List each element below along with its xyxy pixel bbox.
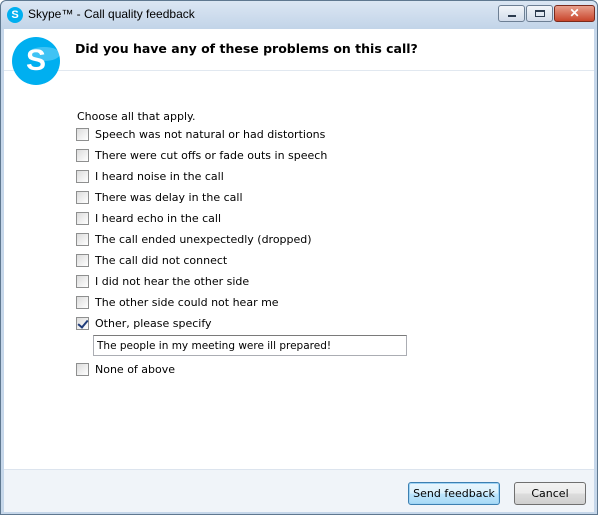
option-row[interactable]: The other side could not hear me (76, 294, 279, 310)
option-label[interactable]: I did not hear the other side (95, 275, 249, 288)
dialog-header: S Did you have any of these problems on … (4, 29, 594, 85)
option-row[interactable]: Other, please specify (76, 315, 212, 331)
checkbox[interactable] (76, 253, 89, 267)
checkbox[interactable] (76, 148, 89, 162)
dialog-footer (4, 469, 594, 512)
close-icon: ✕ (569, 6, 580, 20)
option-row[interactable]: I heard echo in the call (76, 210, 221, 226)
option-label[interactable]: There were cut offs or fade outs in spee… (95, 149, 327, 162)
option-row[interactable]: None of above (76, 361, 175, 377)
option-row[interactable]: The call ended unexpectedly (dropped) (76, 231, 312, 247)
page-title: Did you have any of these problems on th… (75, 41, 418, 56)
window-title: Skype™ - Call quality feedback (28, 7, 195, 21)
send-feedback-button[interactable]: Send feedback (408, 482, 500, 505)
minimize-button[interactable] (498, 5, 525, 22)
minimize-icon (508, 15, 516, 17)
option-label[interactable]: The call did not connect (95, 254, 227, 267)
checkbox[interactable] (76, 211, 89, 225)
option-row[interactable]: The call did not connect (76, 252, 227, 268)
option-label[interactable]: Other, please specify (95, 317, 212, 330)
maximize-icon (535, 10, 545, 17)
option-label[interactable]: I heard noise in the call (95, 170, 224, 183)
option-row[interactable]: There was delay in the call (76, 189, 243, 205)
option-row[interactable]: Speech was not natural or had distortion… (76, 126, 325, 142)
maximize-button[interactable] (526, 5, 553, 22)
dialog-window: S Skype™ - Call quality feedback ✕ S Did… (0, 0, 598, 515)
option-label[interactable]: Speech was not natural or had distortion… (95, 128, 325, 141)
instruction-text: Choose all that apply. (77, 110, 196, 123)
cancel-button[interactable]: Cancel (514, 482, 586, 505)
option-row[interactable]: There were cut offs or fade outs in spee… (76, 147, 327, 163)
option-label[interactable]: There was delay in the call (95, 191, 243, 204)
checkbox[interactable] (76, 274, 89, 288)
option-row[interactable]: I did not hear the other side (76, 273, 249, 289)
checkbox[interactable] (76, 190, 89, 204)
skype-logo: S (12, 37, 60, 85)
option-label[interactable]: The other side could not hear me (95, 296, 279, 309)
close-button[interactable]: ✕ (554, 5, 595, 22)
checkbox[interactable] (76, 362, 89, 376)
skype-logo-shine (28, 47, 60, 61)
skype-app-icon: S (7, 7, 23, 23)
other-specify-input[interactable] (93, 335, 407, 356)
dialog-content: S Did you have any of these problems on … (4, 29, 594, 512)
checkbox[interactable] (76, 169, 89, 183)
checkbox[interactable] (76, 295, 89, 309)
option-row[interactable]: I heard noise in the call (76, 168, 224, 184)
option-label[interactable]: I heard echo in the call (95, 212, 221, 225)
title-bar[interactable]: S Skype™ - Call quality feedback ✕ (1, 1, 597, 29)
checkbox[interactable] (76, 232, 89, 246)
checkbox[interactable] (76, 127, 89, 141)
checkbox-checked[interactable] (76, 316, 89, 330)
option-label[interactable]: None of above (95, 363, 175, 376)
option-label[interactable]: The call ended unexpectedly (dropped) (95, 233, 312, 246)
